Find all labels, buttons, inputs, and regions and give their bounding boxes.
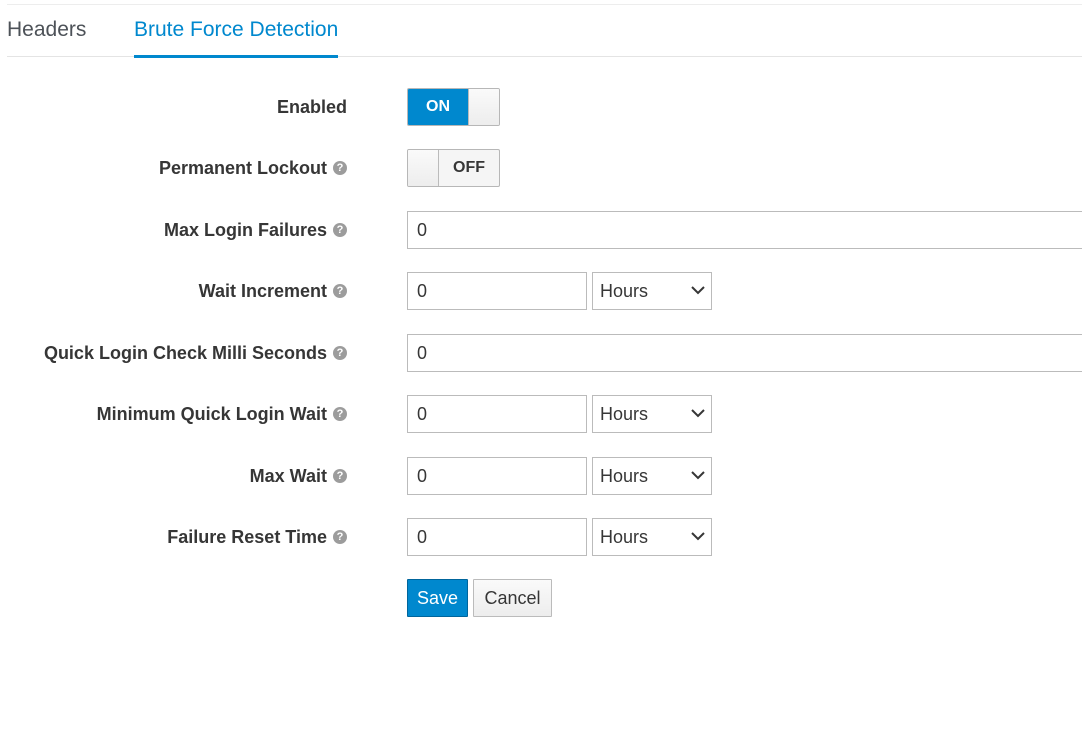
tab-headers[interactable]: Headers	[7, 5, 86, 56]
cancel-button[interactable]: Cancel	[473, 579, 552, 617]
question-circle-icon[interactable]: ?	[333, 346, 347, 360]
question-circle-icon[interactable]: ?	[333, 223, 347, 237]
permanent-lockout-label: Permanent Lockout?	[159, 148, 347, 188]
chevron-down-icon	[691, 286, 705, 295]
min-quick-login-wait-input[interactable]: 0	[407, 395, 587, 433]
max-login-failures-label: Max Login Failures?	[164, 210, 347, 250]
tab-bar: Headers Brute Force Detection	[7, 5, 1082, 58]
max-login-failures-input[interactable]: 0	[407, 211, 1082, 249]
max-wait-label: Max Wait?	[250, 456, 347, 496]
quick-login-check-label: Quick Login Check Milli Seconds?	[44, 333, 347, 373]
min-quick-login-wait-unit-value: Hours	[600, 404, 649, 424]
question-circle-icon[interactable]: ?	[333, 284, 347, 298]
question-circle-icon[interactable]: ?	[333, 469, 347, 483]
tab-brute-force-detection[interactable]: Brute Force Detection	[134, 5, 339, 58]
wait-increment-input[interactable]: 0	[407, 272, 587, 310]
max-wait-row: Max Wait? 0 Hours	[0, 456, 1082, 496]
min-quick-login-wait-row: Minimum Quick Login Wait? 0 Hours	[0, 394, 1082, 434]
wait-increment-unit-value: Hours	[600, 281, 649, 301]
max-wait-unit-value: Hours	[600, 466, 649, 486]
save-button[interactable]: Save	[407, 579, 468, 617]
enabled-label: Enabled	[276, 97, 347, 117]
enabled-switch[interactable]: ON	[407, 88, 500, 126]
switch-knob	[408, 150, 439, 186]
max-wait-input[interactable]: 0	[407, 457, 587, 495]
max-login-failures-row: Max Login Failures? 0	[0, 210, 1082, 250]
permanent-lockout-switch[interactable]: OFF	[407, 149, 500, 187]
failure-reset-time-row: Failure Reset Time? 0 Hours	[0, 517, 1082, 557]
quick-login-check-input[interactable]: 0	[407, 334, 1082, 372]
max-wait-unit-select[interactable]: Hours	[592, 457, 712, 495]
chevron-down-icon	[691, 471, 705, 480]
min-quick-login-wait-label: Minimum Quick Login Wait?	[97, 394, 347, 434]
question-circle-icon[interactable]: ?	[333, 530, 347, 544]
min-quick-login-wait-unit-select[interactable]: Hours	[592, 395, 712, 433]
wait-increment-unit-select[interactable]: Hours	[592, 272, 712, 310]
enabled-row: Enabled ON	[0, 87, 1082, 127]
failure-reset-time-input[interactable]: 0	[407, 518, 587, 556]
permanent-lockout-row: Permanent Lockout? OFF	[0, 148, 1082, 188]
chevron-down-icon	[691, 409, 705, 418]
enabled-switch-state: ON	[408, 89, 468, 125]
question-circle-icon[interactable]: ?	[333, 407, 347, 421]
failure-reset-time-unit-select[interactable]: Hours	[592, 518, 712, 556]
failure-reset-time-label: Failure Reset Time?	[167, 517, 347, 557]
quick-login-check-row: Quick Login Check Milli Seconds? 0	[0, 333, 1082, 373]
question-circle-icon[interactable]: ?	[333, 161, 347, 175]
permanent-lockout-switch-state: OFF	[453, 159, 485, 176]
wait-increment-label: Wait Increment?	[199, 271, 347, 311]
switch-knob	[468, 89, 499, 125]
wait-increment-row: Wait Increment? 0 Hours	[0, 271, 1082, 311]
failure-reset-time-unit-value: Hours	[600, 527, 649, 547]
chevron-down-icon	[691, 532, 705, 541]
